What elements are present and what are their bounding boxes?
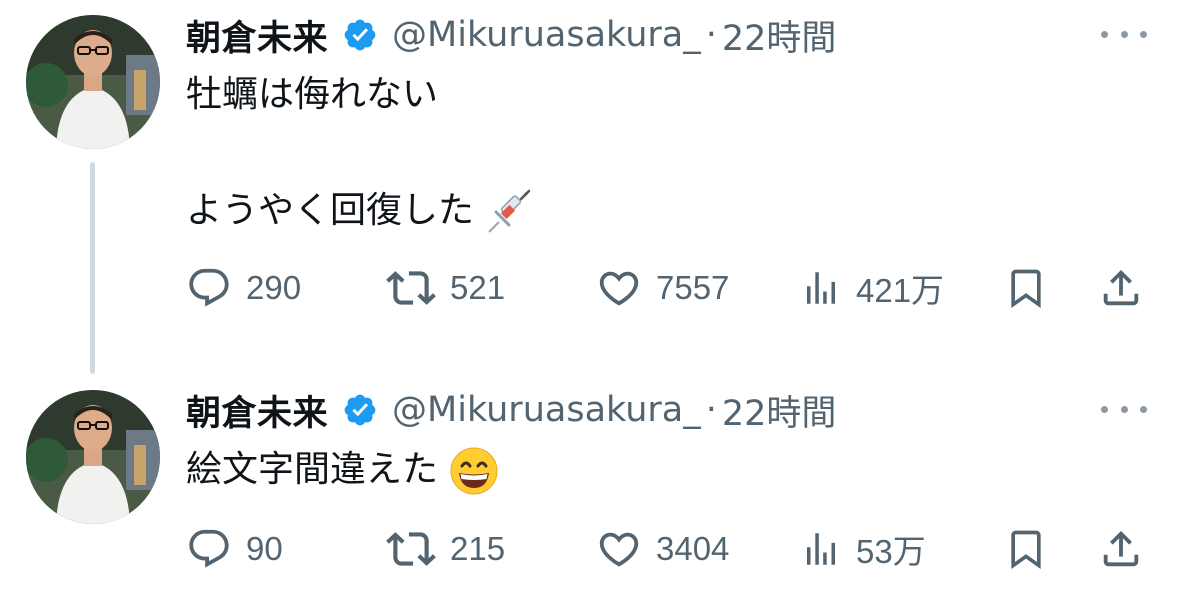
like-count: 7557 xyxy=(656,269,730,306)
more-options-icon[interactable] xyxy=(1101,401,1147,417)
retweet-icon xyxy=(386,532,436,566)
retweet-button[interactable]: 215 xyxy=(386,519,505,579)
tweet-text-segment: 絵文字間違えた xyxy=(186,449,439,490)
display-name[interactable]: 朝倉未来 xyxy=(186,385,328,436)
reply-icon xyxy=(189,268,229,307)
share-button[interactable] xyxy=(1098,519,1144,579)
share-icon xyxy=(1103,269,1139,306)
verified-badge-icon xyxy=(344,19,376,51)
reply-count: 90 xyxy=(246,530,283,567)
retweet-count: 215 xyxy=(450,530,506,567)
tweet-header: 朝倉未来 @Mikuruasakura_ · 22時間 xyxy=(186,385,837,436)
like-button[interactable]: 7557 xyxy=(596,258,729,318)
header-separator: · xyxy=(705,15,717,55)
tweet-thread: 朝倉未来 @Mikuruasakura_ · 22時間 牡蠣は侮れない ようやく… xyxy=(0,0,1179,596)
analytics-icon xyxy=(807,272,835,304)
tweet-timestamp[interactable]: 22時間 xyxy=(722,10,837,61)
reply-icon xyxy=(189,529,229,568)
tweet-text-line: ようやく回復した xyxy=(186,187,533,236)
view-count: 421万 xyxy=(856,272,945,309)
heart-icon xyxy=(599,532,639,567)
header-separator: · xyxy=(705,390,717,430)
retweet-count: 521 xyxy=(450,269,506,306)
analytics-icon xyxy=(807,533,835,565)
tweet-text-line: 牡蠣は侮れない xyxy=(186,74,439,115)
bookmark-button[interactable] xyxy=(1004,258,1048,318)
bookmark-icon xyxy=(1011,269,1041,309)
like-count: 3404 xyxy=(656,530,730,567)
heart-icon xyxy=(599,271,639,306)
more-options-icon[interactable] xyxy=(1101,26,1147,42)
display-name[interactable]: 朝倉未来 xyxy=(186,10,328,61)
reply-count: 290 xyxy=(246,269,302,306)
bookmark-icon xyxy=(1011,530,1041,570)
retweet-icon xyxy=(386,271,436,305)
tweet-timestamp[interactable]: 22時間 xyxy=(722,385,837,436)
views-button[interactable]: 421万 xyxy=(800,258,944,318)
share-button[interactable] xyxy=(1098,258,1144,318)
tweet-actions-bar: 90 215 3404 53万 xyxy=(186,519,1146,579)
grinning-face-emoji xyxy=(450,447,498,495)
share-icon xyxy=(1103,530,1139,567)
view-count: 53万 xyxy=(856,533,926,570)
like-button[interactable]: 3404 xyxy=(596,519,729,579)
reply-button[interactable]: 290 xyxy=(186,258,301,318)
tweet-actions-bar: 290 521 7557 421万 xyxy=(186,258,1146,318)
reply-button[interactable]: 90 xyxy=(186,519,283,579)
views-button[interactable]: 53万 xyxy=(800,519,926,579)
retweet-button[interactable]: 521 xyxy=(386,258,505,318)
tweet-header: 朝倉未来 @Mikuruasakura_ · 22時間 xyxy=(186,10,837,61)
user-handle[interactable]: @Mikuruasakura_ xyxy=(392,15,701,55)
tweet-text-segment: ようやく回復した xyxy=(186,190,475,231)
bookmark-button[interactable] xyxy=(1004,519,1048,579)
verified-badge-icon xyxy=(344,394,376,426)
avatar[interactable] xyxy=(26,15,160,149)
user-handle[interactable]: @Mikuruasakura_ xyxy=(392,390,701,430)
syringe-emoji xyxy=(488,189,531,233)
avatar[interactable] xyxy=(26,390,160,524)
thread-connector-line xyxy=(90,162,95,374)
tweet-text-line: 絵文字間違えた xyxy=(186,446,499,496)
